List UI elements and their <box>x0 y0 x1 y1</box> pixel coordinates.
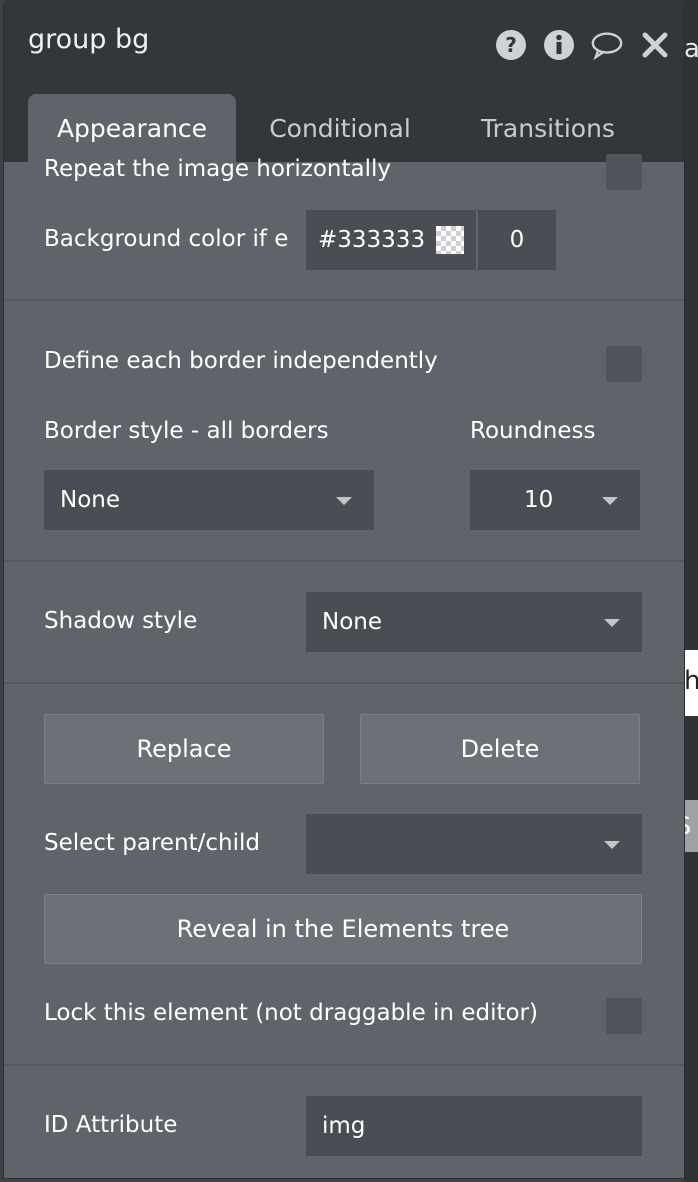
shadow-style-select[interactable]: None <box>306 592 642 652</box>
repeat-horizontal-checkbox[interactable] <box>606 154 642 190</box>
svg-text:?: ? <box>505 33 517 57</box>
id-attribute-label: ID Attribute <box>44 1112 178 1138</box>
bg-opacity-value: 0 <box>509 227 525 253</box>
appearance-content: Repeat the image horizontally Background… <box>4 154 684 1178</box>
comment-icon[interactable] <box>590 28 624 62</box>
select-parent-select[interactable] <box>306 814 642 874</box>
select-parent-label: Select parent/child <box>44 830 261 856</box>
info-icon[interactable] <box>542 28 576 62</box>
bg-color-label: Background color if e <box>44 226 289 252</box>
section-divider <box>4 299 684 301</box>
roundness-label: Roundness <box>470 418 596 444</box>
bg-opacity-input[interactable]: 0 <box>478 210 556 270</box>
panel-title: group bg <box>28 24 150 55</box>
roundness-value: 10 <box>524 487 554 513</box>
section-divider <box>4 560 684 562</box>
editor-background-edge: a <box>684 0 698 1182</box>
delete-button[interactable]: Delete <box>360 714 640 784</box>
section-divider <box>4 682 684 684</box>
id-attribute-input[interactable]: img <box>306 1096 642 1156</box>
section-divider <box>4 1064 684 1066</box>
lock-element-checkbox[interactable] <box>606 998 642 1034</box>
close-icon[interactable] <box>638 28 672 62</box>
id-attribute-value: img <box>322 1113 366 1139</box>
bg-color-value: #333333 <box>318 227 426 253</box>
color-swatch[interactable] <box>436 226 464 254</box>
chevron-down-icon <box>602 497 618 505</box>
define-border-label: Define each border independently <box>44 348 438 374</box>
background-text-fragment: a <box>684 34 698 64</box>
chevron-down-icon <box>336 497 352 505</box>
border-style-label: Border style - all borders <box>44 418 329 444</box>
replace-button[interactable]: Replace <box>44 714 324 784</box>
background-text-fragment: h <box>684 666 698 696</box>
lock-element-label: Lock this element (not draggable in edit… <box>44 1000 538 1026</box>
tab-appearance[interactable]: Appearance <box>28 94 236 162</box>
chevron-down-icon <box>604 841 620 849</box>
panel-titlebar: group bg ? <box>4 0 684 80</box>
repeat-horizontal-label: Repeat the image horizontally <box>44 156 391 182</box>
tab-conditional[interactable]: Conditional <box>240 94 440 162</box>
define-border-checkbox[interactable] <box>606 346 642 382</box>
border-style-select[interactable]: None <box>44 470 374 530</box>
roundness-select[interactable]: 10 <box>470 470 640 530</box>
background-element-fragment: h <box>684 650 698 716</box>
reveal-in-tree-button[interactable]: Reveal in the Elements tree <box>44 894 642 964</box>
property-editor-panel: group bg ? Appearance Conditional Transi… <box>4 0 684 1178</box>
chevron-down-icon <box>604 619 620 627</box>
shadow-style-value: None <box>322 609 383 635</box>
help-icon[interactable]: ? <box>494 28 528 62</box>
shadow-style-label: Shadow style <box>44 608 198 634</box>
border-style-value: None <box>60 487 121 513</box>
bg-color-input[interactable]: #333333 <box>306 210 476 270</box>
tab-transitions[interactable]: Transitions <box>444 94 652 162</box>
tab-bar: Appearance Conditional Transitions <box>4 80 684 162</box>
titlebar-icons: ? <box>494 28 672 62</box>
